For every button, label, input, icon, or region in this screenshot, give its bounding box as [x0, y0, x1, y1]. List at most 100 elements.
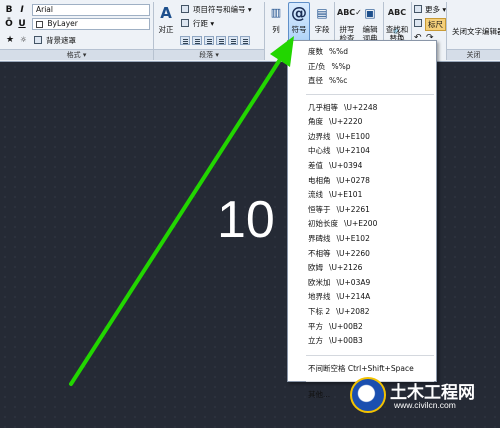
symbol-menu-item-name: 恒等于 [308, 204, 331, 214]
columns-icon: ▥ [270, 6, 282, 19]
symbol-menu-item[interactable]: 欧米加 \U+03A9 [288, 276, 436, 290]
symbol-menu-item[interactable]: 恒等于 \U+2261 [288, 203, 436, 217]
symbol-menu-item-code: \U+E200 [344, 219, 378, 229]
mtext-content[interactable]: 10 [217, 194, 275, 246]
more-label[interactable]: 更多 ▾ [425, 4, 446, 15]
symbol-menu-item[interactable]: 几乎相等 \U+2248 [288, 101, 436, 115]
bold-button[interactable]: B [3, 4, 15, 16]
panel-divider [264, 2, 265, 60]
find-replace-icon: ABC🔍 [387, 8, 407, 37]
symbol-menu-item-name: 角度 [308, 117, 323, 127]
justify-label: 对正 [158, 25, 174, 34]
symbol-menu-item-code: \U+214A [336, 292, 371, 302]
line-spacing-label[interactable]: 行距 ▾ [193, 18, 214, 29]
symbol-menu-item-name: 其他... [308, 389, 331, 399]
spellcheck-icon: ABC✓ [337, 8, 362, 17]
justify-icon: A [160, 4, 172, 22]
symbol-menu-item[interactable]: 初始长度 \U+E200 [288, 217, 436, 231]
symbol-menu-item[interactable]: 下标 2 \U+2082 [288, 305, 436, 319]
ruler-icon[interactable] [414, 19, 422, 27]
columns-label: 列 [272, 25, 280, 34]
symbol-menu-item[interactable]: 平方 \U+00B2 [288, 320, 436, 334]
justify-button[interactable]: A 对正 [155, 3, 177, 47]
symbol-menu-item-name: 地界线 [308, 292, 331, 302]
close-editor-button[interactable]: 关闭文字编辑器 [452, 26, 500, 37]
color-select[interactable]: ByLayer [32, 18, 150, 30]
symbol-menu-item-code: \U+E101 [329, 190, 363, 200]
symbol-menu-item-name: 欧姆 [308, 263, 323, 273]
symbol-menu-item-name: 欧米加 [308, 277, 331, 287]
bullets-icon[interactable] [181, 5, 189, 13]
watermark-logo [350, 377, 386, 413]
align-center-button[interactable] [192, 36, 202, 45]
bullets-label[interactable]: 项目符号和编号 ▾ [193, 4, 252, 15]
symbol-menu-item[interactable]: 界碑线 \U+E102 [288, 232, 436, 246]
panel-format-footer[interactable]: 格式 ▾ [0, 49, 153, 60]
symbol-menu-item-code: \U+2260 [336, 248, 370, 258]
align-justify-button[interactable] [216, 36, 226, 45]
symbol-menu-item-name: 下标 2 [308, 306, 331, 316]
symbol-menu-item[interactable]: 边界线 \U+E100 [288, 130, 436, 144]
symbol-menu-item[interactable]: 直径 %%c [288, 74, 436, 88]
paragraph-button[interactable] [240, 36, 250, 45]
watermark-url: www.civilcn.com [394, 400, 456, 410]
symbol-menu-item[interactable]: 度数 %%d [288, 45, 436, 59]
more-icon[interactable] [414, 5, 422, 13]
symbol-menu-item-code: \U+2220 [329, 117, 363, 127]
symbol-menu-item-code: \U+2104 [336, 146, 370, 156]
symbol-menu-item-code: \U+00B2 [329, 321, 363, 331]
symbol-menu-item-code: %%p [331, 61, 351, 71]
panel-close-footer: 关闭 [447, 49, 500, 60]
panel-paragraph-footer[interactable]: 段落 ▾ [154, 49, 264, 60]
symbol-menu-item-name: 中心线 [308, 146, 331, 156]
background-mask-icon[interactable] [34, 36, 42, 44]
symbol-menu-item-code: \U+E102 [336, 233, 370, 243]
symbol-menu-item-code: %%c [329, 76, 348, 85]
symbol-menu-item[interactable]: 角度 \U+2220 [288, 115, 436, 129]
symbol-menu-item-name: 直径 [308, 76, 323, 85]
symbol-menu-item-name: 界碑线 [308, 233, 331, 243]
clear-format-icon[interactable]: ☼ [20, 35, 27, 44]
symbol-menu-item[interactable]: 差值 \U+0394 [288, 159, 436, 173]
symbol-menu-item[interactable]: 立方 \U+00B3 [288, 334, 436, 348]
symbol-menu-item[interactable]: 中心线 \U+2104 [288, 144, 436, 158]
font-select[interactable]: Arial [32, 4, 150, 16]
symbol-menu-item-name: 初始长度 [308, 219, 338, 229]
font-select-value: Arial [36, 5, 53, 14]
menu-separator [306, 354, 434, 356]
symbol-menu-item[interactable]: 正/负 %%p [288, 60, 436, 74]
symbol-menu-item-code: \U+0394 [329, 160, 363, 170]
color-swatch [36, 20, 43, 28]
columns-button[interactable]: ▥ 列 [266, 3, 286, 47]
symbol-menu-item-name: 立方 [308, 336, 323, 346]
star-icon[interactable]: ★ [6, 35, 14, 45]
symbol-menu-item-name: 电相角 [308, 175, 331, 185]
field-icon: ▤ [316, 6, 328, 20]
overline-button[interactable]: Ō [3, 18, 15, 30]
menu-separator [306, 93, 434, 95]
symbol-menu-item-name: 不相等 [308, 248, 331, 258]
symbol-menu-item-name: 不间断空格 Ctrl+Shift+Space [308, 363, 414, 373]
symbol-menu-item-code: \U+E100 [336, 131, 370, 141]
underline-button[interactable]: U [16, 18, 28, 30]
align-left-button[interactable] [180, 36, 190, 45]
line-spacing-icon[interactable] [181, 19, 189, 27]
symbol-menu-item-name: 平方 [308, 321, 323, 331]
align-distribute-button[interactable] [228, 36, 238, 45]
symbol-menu-item-code: \U+0278 [336, 175, 370, 185]
symbol-menu-item-code: \U+03A9 [336, 277, 371, 287]
align-right-button[interactable] [204, 36, 214, 45]
watermark: 土木工程网 www.civilcn.com [350, 374, 498, 414]
background-mask-label[interactable]: 背景遮罩 [46, 35, 76, 46]
symbol-menu-item[interactable]: 欧姆 \U+2126 [288, 261, 436, 275]
dictionary-icon: ▣ [364, 6, 376, 20]
symbol-menu-item[interactable]: 地界线 \U+214A [288, 290, 436, 304]
symbol-menu-item-code: \U+2082 [336, 306, 370, 316]
symbol-menu-item[interactable]: 不相等 \U+2260 [288, 247, 436, 261]
symbol-menu-item-name: 度数 [308, 47, 323, 56]
symbol-menu-item[interactable]: 流线 \U+E101 [288, 188, 436, 202]
italic-button[interactable]: I [16, 4, 28, 16]
symbol-menu-item[interactable]: 电相角 \U+0278 [288, 174, 436, 188]
ruler-toggle[interactable]: 标尺 [425, 18, 446, 31]
symbol-menu-item-name: 正/负 [308, 61, 326, 71]
